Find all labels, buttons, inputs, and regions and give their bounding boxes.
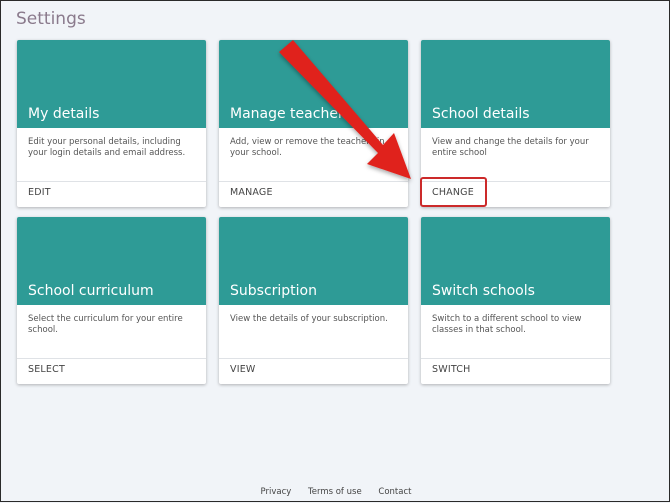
select-button[interactable]: SELECT <box>28 364 65 375</box>
card-switch-schools: Switch schools Switch to a different sch… <box>421 217 610 384</box>
card-description: Select the curriculum for your entire sc… <box>28 314 183 335</box>
view-button[interactable]: VIEW <box>230 364 256 375</box>
card-description: View the details of your subscription. <box>230 314 388 324</box>
card-title: Switch schools <box>432 283 535 299</box>
card-title: School curriculum <box>28 283 154 299</box>
divider <box>17 358 206 359</box>
card-header: School details <box>421 40 610 128</box>
change-highlight-box <box>420 177 487 207</box>
card-header: School curriculum <box>17 217 206 305</box>
card-header: Subscription <box>219 217 408 305</box>
terms-link[interactable]: Terms of use <box>308 487 362 497</box>
card-title: School details <box>432 106 530 122</box>
card-description: View and change the details for your ent… <box>432 137 589 158</box>
divider <box>421 358 610 359</box>
footer: Privacy Terms of use Contact <box>1 487 670 497</box>
edit-button[interactable]: EDIT <box>28 187 51 198</box>
card-title: My details <box>28 106 100 122</box>
contact-link[interactable]: Contact <box>378 487 411 497</box>
card-school-curriculum: School curriculum Select the curriculum … <box>17 217 206 384</box>
card-subscription: Subscription View the details of your su… <box>219 217 408 384</box>
page-title: Settings <box>16 9 86 29</box>
switch-button[interactable]: SWITCH <box>432 364 470 375</box>
card-my-details: My details Edit your personal details, i… <box>17 40 206 207</box>
card-header: My details <box>17 40 206 128</box>
card-manage-teachers: Manage teachers Add, view or remove the … <box>219 40 408 207</box>
card-description: Edit your personal details, including yo… <box>28 137 186 158</box>
card-description: Switch to a different school to view cla… <box>432 314 582 335</box>
privacy-link[interactable]: Privacy <box>261 487 292 497</box>
card-title: Subscription <box>230 283 317 299</box>
card-title: Manage teachers <box>230 106 351 122</box>
divider <box>17 181 206 182</box>
card-header: Switch schools <box>421 217 610 305</box>
card-header: Manage teachers <box>219 40 408 128</box>
divider <box>219 358 408 359</box>
manage-button[interactable]: MANAGE <box>230 187 273 198</box>
divider <box>219 181 408 182</box>
card-description: Add, view or remove the teachers in your… <box>230 137 385 158</box>
